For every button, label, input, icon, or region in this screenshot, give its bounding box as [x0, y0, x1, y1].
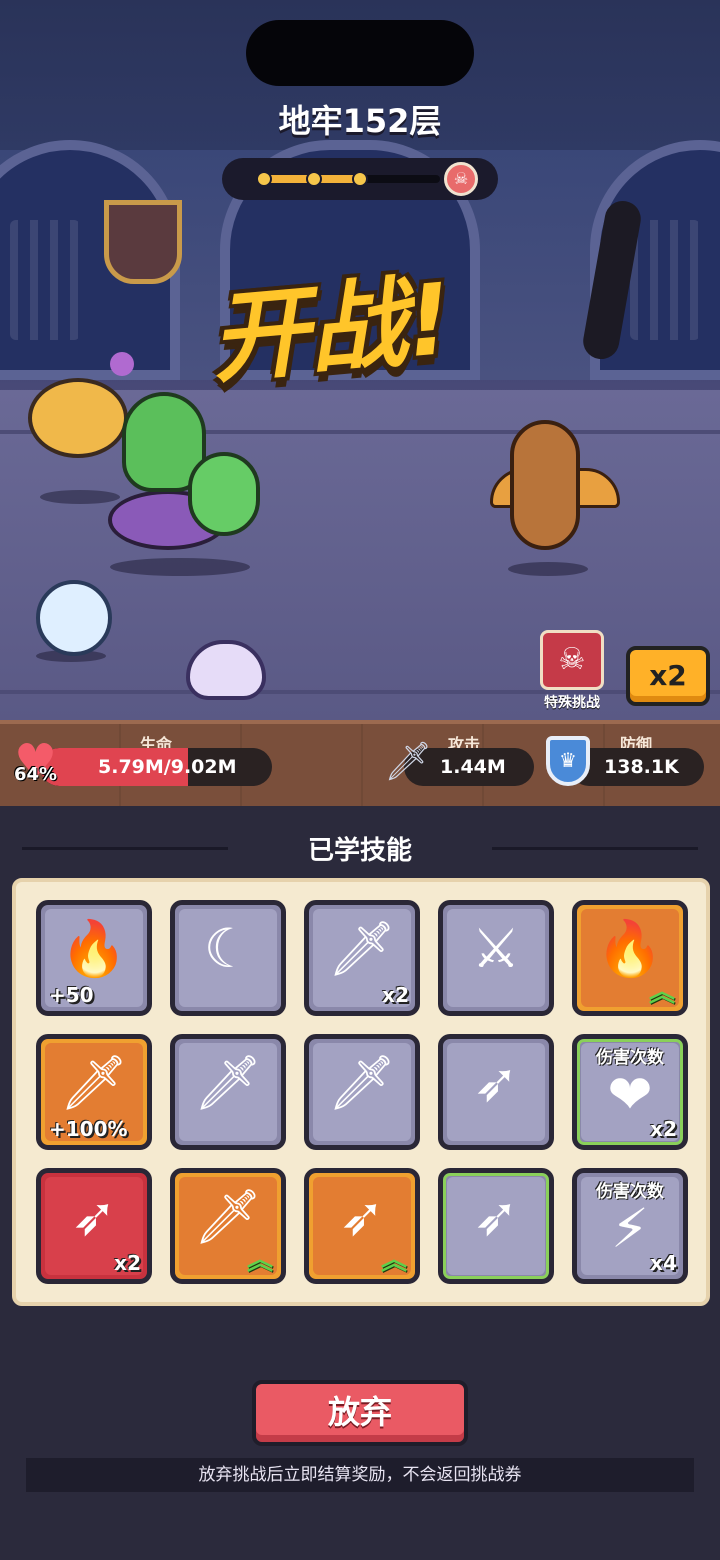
turtle-head — [188, 452, 260, 536]
battle-start-banner: 开战! — [206, 262, 456, 398]
flame-upgrade-icon: 🔥 — [596, 917, 664, 980]
hp-value: 5.79M/9.02M — [98, 756, 237, 778]
learned-skills-title: 已学技能 — [307, 836, 412, 866]
crescent-slash-icon: ☾ — [203, 917, 253, 980]
shadow — [508, 562, 588, 576]
purple-orb — [110, 352, 134, 376]
special-challenge-label: 特殊挑战 — [544, 695, 600, 711]
defense-value: 138.1K — [604, 756, 679, 778]
skill-slot[interactable]: 🗡 x2 — [304, 900, 420, 1016]
yellow-beast-pet — [28, 378, 128, 458]
progress-node — [352, 171, 368, 187]
shadow — [40, 490, 120, 504]
skill-slot[interactable]: ☾ — [170, 900, 286, 1016]
explosive-sword-icon: 🗡 — [193, 1185, 263, 1248]
skill-slot[interactable]: ➶ — [438, 1168, 554, 1284]
kunai-icon: ➶ — [71, 1185, 117, 1248]
progress-track — [256, 171, 440, 187]
skill-slot[interactable]: ⚡ 伤害次数 x4 — [572, 1168, 688, 1284]
shield-icon: ♛ — [546, 736, 590, 786]
skill-badge: x2 — [382, 983, 409, 1007]
sword-split-icon: ⚔ — [471, 917, 521, 980]
skill-slot[interactable]: 🗡 +100% — [36, 1034, 152, 1150]
poison-sword-icon: 🗡 — [193, 1051, 263, 1114]
sword-icon: 🗡 — [384, 739, 433, 783]
skill-slot[interactable]: ❤ 伤害次数 x2 — [572, 1034, 688, 1150]
abandon-button[interactable]: 放弃 — [252, 1380, 468, 1446]
skill-badge: x2 — [114, 1251, 141, 1275]
heart-plus-icon: ❤ — [607, 1063, 653, 1126]
hp-percent: 64% — [14, 764, 58, 785]
lightning-fire-sword-icon: 🗡 — [327, 1051, 397, 1114]
attack-value: 1.44M — [440, 756, 506, 778]
upgrade-chevron-icon: ︽ — [246, 1246, 273, 1276]
skull-icon: ☠ — [540, 630, 604, 690]
upgrade-chevron-icon: ︽ — [648, 978, 675, 1008]
skill-badge: +50 — [49, 983, 94, 1007]
skill-slot[interactable]: ➶ — [438, 1034, 554, 1150]
upgrade-chevron-icon: ︽ — [380, 1246, 407, 1276]
skill-top-label: 伤害次数 — [596, 1182, 664, 1202]
dungeon-level-title: 地牢152层 — [278, 102, 442, 140]
skill-slot[interactable]: 🔥 ︽ — [572, 900, 688, 1016]
progress-node — [256, 171, 272, 187]
sword-icon: 🗡 — [327, 917, 397, 980]
fire-sword-icon: 🗡 — [59, 1051, 129, 1114]
skill-badge: x4 — [650, 1251, 677, 1275]
skill-badge: +100% — [49, 1117, 128, 1141]
kunai-upgrade-icon: ➶ — [339, 1185, 385, 1248]
lightning-icon: ⚡ — [611, 1197, 649, 1260]
floor-line — [0, 690, 720, 694]
special-challenge-button[interactable]: ☠ 特殊挑战 — [538, 630, 606, 712]
shield-banner — [104, 200, 182, 284]
skill-slot[interactable]: 🗡 — [170, 1034, 286, 1150]
fire-harpy-enemy — [510, 420, 580, 550]
skill-slot[interactable]: 🔥 +50 — [36, 900, 152, 1016]
shadow — [110, 558, 250, 576]
iron-bars — [630, 220, 700, 340]
skill-slot[interactable]: ➶ ︽ — [304, 1168, 420, 1284]
skill-slot[interactable]: 🗡 — [304, 1034, 420, 1150]
winged-bunny-pet — [36, 580, 112, 656]
fire-kunai-icon: ➶ — [473, 1185, 519, 1248]
skill-slot[interactable]: 🗡 ︽ — [170, 1168, 286, 1284]
skill-top-label: 伤害次数 — [596, 1048, 664, 1068]
skill-slot[interactable]: ➶ x2 — [36, 1168, 152, 1284]
abandon-notice: 放弃挑战后立即结算奖励，不会返回挑战券 — [26, 1458, 694, 1492]
iron-bars — [10, 220, 80, 340]
skill-slot[interactable]: ⚔ — [438, 900, 554, 1016]
speed-x2-button[interactable]: x2 — [626, 646, 710, 706]
skill-badge: x2 — [650, 1117, 677, 1141]
skills-panel: 🔥 +50 ☾ 🗡 x2 ⚔ 🔥 ︽ 🗡 +100% 🗡 🗡 ➶ ❤ 伤害次数 x2 ➶ x2 🗡 ︽ ➶ ︽ ➶ ⚡ 伤害次数… — [12, 878, 710, 1306]
flame-icon: 🔥 — [60, 917, 128, 980]
camera-notch — [246, 20, 474, 86]
progress-node — [306, 171, 322, 187]
skull-icon: ☠ — [444, 162, 478, 196]
wave-progress-bar: ☠ — [222, 158, 498, 200]
kunai-icon: ➶ — [473, 1051, 519, 1114]
